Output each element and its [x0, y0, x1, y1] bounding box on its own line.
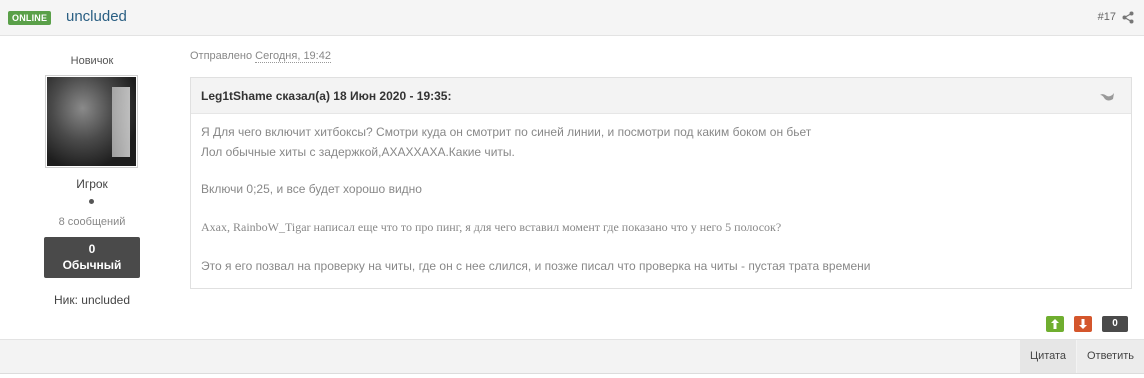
author-sidebar: Новичок Игрок 8 сообщений 0 Обычный Ник:…: [0, 36, 184, 339]
quote-citation: Leg1tShame сказал(а) 18 Июн 2020 - 19:35…: [201, 89, 452, 103]
reply-button[interactable]: Ответить: [1077, 340, 1144, 373]
posted-date: Сегодня, 19:42: [255, 50, 331, 63]
quote-block: Leg1tShame сказал(а) 18 Июн 2020 - 19:35…: [190, 77, 1132, 289]
vote-up-button[interactable]: [1046, 316, 1064, 332]
avatar-image: [47, 77, 136, 166]
share-icon[interactable]: [1122, 11, 1134, 24]
post-footer: Цитата Ответить: [0, 339, 1144, 374]
reputation-value: 0: [88, 242, 96, 256]
arrow-up-icon: [1051, 319, 1059, 329]
reputation-box: 0 Обычный: [44, 237, 140, 278]
posted-label: Отправлено: [190, 50, 253, 62]
quote-line: Axax, RainboW_Tigar написал еще что то п…: [201, 220, 782, 234]
quote-line: Лол обычные хиты с задержкой,АХАХХАХА.Ка…: [201, 145, 515, 159]
quote-header: Leg1tShame сказал(а) 18 Июн 2020 - 19:35…: [191, 78, 1131, 114]
quote-line: Включи 0;25, и все будет хорошо видно: [201, 182, 422, 196]
quote-icon[interactable]: [1099, 90, 1115, 102]
rank-pip-icon: [89, 199, 94, 204]
quote-line: Я Для чего включит хитбоксы? Смотри куда…: [201, 125, 812, 139]
author-name-link[interactable]: uncluded: [66, 8, 127, 25]
rank-title: Новичок: [70, 55, 114, 67]
quote-button[interactable]: Цитата: [1020, 340, 1076, 373]
user-group: Игрок: [76, 177, 108, 191]
reputation-label: Обычный: [62, 258, 122, 272]
post-count: 8 сообщений: [58, 216, 126, 228]
posted-timestamp: Отправлено Сегодня, 19:42: [190, 50, 331, 63]
post-number-link[interactable]: #17: [1098, 11, 1116, 23]
vote-count: 0: [1102, 316, 1128, 332]
online-status-badge: ONLINE: [8, 11, 52, 25]
avatar[interactable]: [45, 75, 138, 168]
vote-down-button[interactable]: [1074, 316, 1092, 332]
quote-line: Это я его позвал на проверку на читы, гд…: [201, 259, 871, 273]
nickname: Ник: uncluded: [54, 293, 130, 307]
post-header: ONLINE uncluded #17: [0, 0, 1144, 36]
arrow-down-icon: [1079, 319, 1087, 329]
